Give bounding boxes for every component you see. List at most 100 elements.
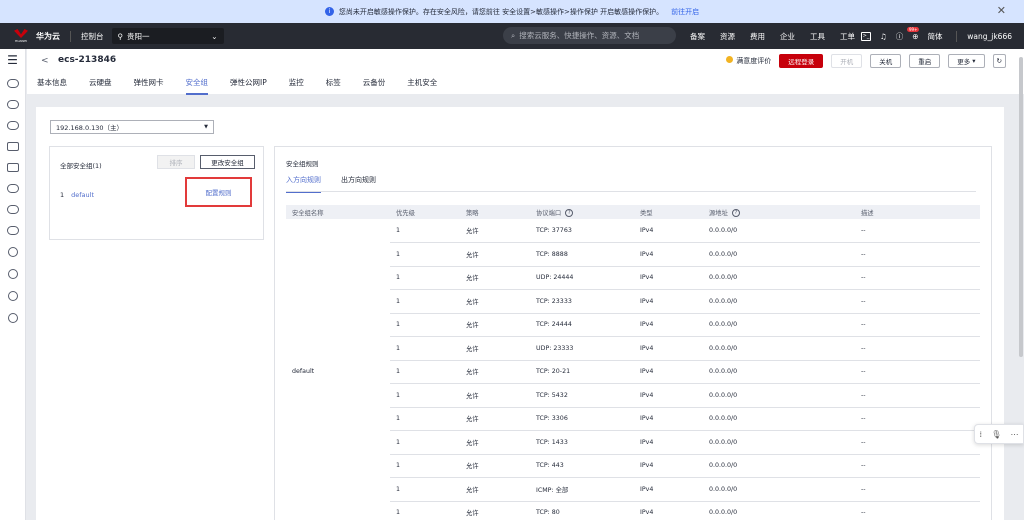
group-name-link[interactable]: default bbox=[71, 191, 94, 199]
more-dots-icon[interactable]: ⋯ bbox=[1010, 430, 1018, 439]
globe-icon[interactable]: ⊕ bbox=[912, 32, 918, 41]
microphone-icon[interactable]: 🎙 bbox=[991, 430, 1001, 439]
tab-host-security[interactable]: 主机安全 bbox=[407, 77, 437, 95]
tab-eip[interactable]: 弹性公网IP bbox=[230, 77, 267, 95]
document-icon[interactable] bbox=[6, 163, 19, 172]
table-row: 1 允许 TCP: 3306 IPv4 0.0.0.0/0 -- bbox=[286, 407, 980, 431]
rule-desc: -- bbox=[855, 430, 980, 455]
rule-priority: 1 bbox=[390, 219, 460, 243]
back-arrow-icon[interactable]: < bbox=[41, 56, 49, 66]
col-priority: 优先级 bbox=[390, 205, 460, 219]
rule-priority: 1 bbox=[390, 430, 460, 455]
configure-rules-link[interactable]: 配置规则 bbox=[185, 177, 252, 207]
rule-source: 0.0.0.0/0 bbox=[703, 266, 855, 290]
rule-type: IPv4 bbox=[634, 407, 703, 431]
language-selector[interactable]: 简体 bbox=[928, 31, 943, 42]
console-link[interactable]: 控制台 bbox=[81, 31, 104, 42]
rule-port: TCP: 23333 bbox=[530, 289, 634, 314]
smile-icon bbox=[726, 56, 734, 63]
more-button[interactable]: 更多 ▾ bbox=[948, 54, 985, 68]
rule-priority: 1 bbox=[390, 501, 460, 520]
top-link-enterprise[interactable]: 企业 bbox=[780, 31, 795, 42]
bell-icon[interactable]: ♫ bbox=[880, 32, 887, 41]
table-row: 1 允许 TCP: 23333 IPv4 0.0.0.0/0 -- bbox=[286, 289, 980, 314]
rule-port: TCP: 37763 bbox=[530, 219, 634, 243]
stop-button[interactable]: 关机 bbox=[870, 54, 902, 68]
username: wang_jk666 bbox=[967, 31, 1012, 41]
help-icon[interactable]: ⓘ bbox=[896, 31, 904, 42]
instance-header: < ecs-213846 满意度评价 远程登录 开机 关机 重启 更多 ▾ ↻ … bbox=[27, 49, 1024, 95]
tab-disks[interactable]: 云硬盘 bbox=[89, 77, 112, 95]
tab-security-group[interactable]: 安全组 bbox=[185, 77, 208, 95]
cloud-icon[interactable] bbox=[6, 100, 19, 109]
cloud-storage-icon[interactable] bbox=[6, 184, 19, 193]
rule-source: 0.0.0.0/0 bbox=[703, 383, 855, 408]
rule-policy: 允许 bbox=[460, 289, 530, 314]
change-group-button[interactable]: 更改安全组 bbox=[200, 155, 255, 169]
drag-handle-icon[interactable]: ⁞ bbox=[980, 430, 983, 439]
cloud-database-icon[interactable] bbox=[6, 121, 19, 130]
table-row: 1 允许 TCP: 1433 IPv4 0.0.0.0/0 -- bbox=[286, 430, 980, 455]
top-link-resources[interactable]: 资源 bbox=[720, 31, 735, 42]
info-icon: i bbox=[324, 7, 334, 16]
terminal-icon[interactable]: >_ bbox=[861, 31, 871, 41]
bridge-icon[interactable] bbox=[6, 142, 19, 151]
rule-desc: -- bbox=[855, 407, 980, 431]
tab-basic-info[interactable]: 基本信息 bbox=[37, 77, 67, 95]
cloud-server-icon[interactable] bbox=[6, 79, 19, 88]
globe-icon[interactable] bbox=[7, 313, 18, 323]
top-link-beian[interactable]: 备案 bbox=[690, 31, 705, 42]
chevron-down-icon: ⌄ bbox=[211, 31, 218, 41]
rule-policy: 允许 bbox=[460, 430, 530, 455]
nic-select[interactable]: 192.168.0.130（主） ▼ bbox=[50, 120, 214, 134]
start-button[interactable]: 开机 bbox=[831, 54, 863, 68]
table-row: 1 允许 TCP: 5432 IPv4 0.0.0.0/0 -- bbox=[286, 383, 980, 408]
table-row: 1 允许 TCP: 24444 IPv4 0.0.0.0/0 -- bbox=[286, 313, 980, 337]
rule-priority: 1 bbox=[390, 242, 460, 267]
rule-type: IPv4 bbox=[634, 266, 703, 290]
rule-priority: 1 bbox=[390, 477, 460, 502]
rule-priority: 1 bbox=[390, 336, 460, 361]
satisfaction-rating[interactable]: 满意度评价 bbox=[726, 56, 771, 66]
cloud-backup-icon[interactable] bbox=[6, 226, 19, 235]
rule-source: 0.0.0.0/0 bbox=[703, 242, 855, 267]
upload-icon[interactable] bbox=[7, 247, 18, 257]
tab-monitoring[interactable]: 监控 bbox=[289, 77, 304, 95]
top-link-tickets[interactable]: 工单 bbox=[840, 31, 855, 42]
rules-body: default 1 允许 TCP: 37763 IPv4 0.0.0.0/0 -- 1 允许 TC… bbox=[286, 219, 980, 520]
rule-source: 0.0.0.0/0 bbox=[703, 219, 855, 243]
rule-priority: 1 bbox=[390, 266, 460, 290]
rule-policy: 允许 bbox=[460, 360, 530, 384]
help-icon[interactable]: ? bbox=[565, 208, 574, 217]
region-selector[interactable]: ⚲ 贵阳一 ⌄ bbox=[111, 28, 224, 44]
help-icon[interactable]: ? bbox=[731, 208, 740, 217]
rule-priority: 1 bbox=[390, 383, 460, 408]
rule-policy: 允许 bbox=[460, 501, 530, 520]
dollar-icon[interactable] bbox=[7, 269, 18, 279]
restart-button[interactable]: 重启 bbox=[909, 54, 941, 68]
rule-port: TCP: 20-21 bbox=[530, 360, 634, 384]
tab-nic[interactable]: 弹性网卡 bbox=[134, 77, 164, 95]
remote-login-button[interactable]: 远程登录 bbox=[779, 54, 824, 68]
scrollbar[interactable] bbox=[1019, 57, 1023, 357]
rule-type: IPv4 bbox=[634, 430, 703, 455]
close-icon[interactable]: ✕ bbox=[997, 4, 1006, 17]
sort-button[interactable]: 排序 bbox=[157, 155, 195, 169]
rule-priority: 1 bbox=[390, 360, 460, 384]
refresh-icon[interactable]: ↻ bbox=[992, 54, 1006, 68]
search-input[interactable]: ⌕ 搜索云服务、快捷操作、资源、文档 bbox=[503, 27, 676, 44]
menu-icon[interactable]: ☰ bbox=[0, 53, 25, 67]
huawei-logo[interactable]: HUAWEI bbox=[12, 29, 30, 43]
brand-name[interactable]: 华为云 bbox=[36, 31, 60, 42]
notice-enable-link[interactable]: 前往开启 bbox=[671, 7, 699, 17]
divider bbox=[70, 30, 71, 42]
instance-tabs: 基本信息 云硬盘 弹性网卡 安全组 弹性公网IP 监控 标签 云备份 主机安全 bbox=[37, 77, 437, 95]
tab-backup[interactable]: 云备份 bbox=[363, 77, 386, 95]
cloud-network-icon[interactable] bbox=[6, 205, 19, 214]
user-menu[interactable]: wang_jk666 bbox=[946, 23, 1012, 49]
group-index: 1 bbox=[60, 191, 65, 199]
top-link-tools[interactable]: 工具 bbox=[810, 31, 825, 42]
tab-tags[interactable]: 标签 bbox=[326, 77, 341, 95]
top-link-billing[interactable]: 费用 bbox=[750, 31, 765, 42]
lock-icon[interactable] bbox=[7, 291, 18, 301]
